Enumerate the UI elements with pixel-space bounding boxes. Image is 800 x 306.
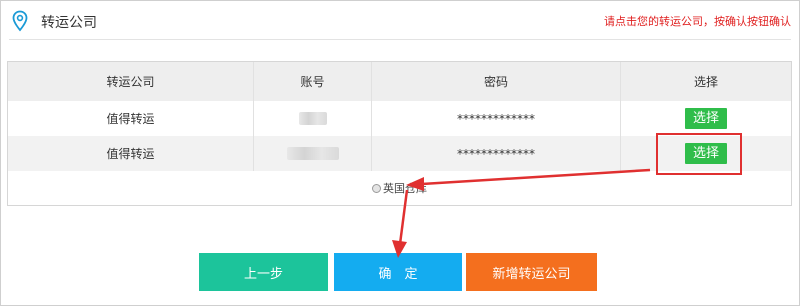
panel-header: 转运公司 请点击您的转运公司，按确认按钮确认 [1, 1, 799, 39]
account-cell [254, 101, 372, 136]
redacted-account [286, 147, 339, 160]
account-cell [254, 136, 372, 171]
transfer-company-panel: 转运公司 请点击您的转运公司，按确认按钮确认 转运公司 账号 密码 选择 值得转… [0, 0, 800, 306]
page-title: 转运公司 [41, 15, 97, 31]
redacted-account [298, 112, 327, 125]
select-button[interactable]: 选择 [685, 108, 727, 129]
column-header-company: 转运公司 [8, 62, 254, 101]
confirm-button[interactable]: 确 定 [334, 253, 462, 291]
table-row: 值得转运 ************* 选择 [8, 101, 791, 137]
column-header-select: 选择 [693, 75, 718, 89]
transfer-company-table: 转运公司 账号 密码 选择 值得转运 ************* 选择 值得转运… [7, 61, 792, 206]
warehouse-label: 英国仓库 [383, 182, 427, 195]
warehouse-row: 英国仓库 [8, 171, 791, 205]
table-header-row: 转运公司 账号 密码 选择 [8, 62, 791, 102]
password-cell: ************* [372, 101, 621, 136]
company-name-cell: 值得转运 [8, 136, 254, 171]
warehouse-radio[interactable] [372, 183, 381, 193]
column-header-account: 账号 [254, 62, 372, 101]
password-cell: ************* [372, 136, 621, 171]
header-divider [9, 39, 791, 40]
instruction-hint: 请点击您的转运公司，按确认按钮确认 [604, 15, 791, 28]
add-transfer-company-button[interactable]: 新增转运公司 [466, 253, 597, 291]
company-name-cell: 值得转运 [8, 101, 254, 136]
previous-step-button[interactable]: 上一步 [199, 253, 328, 291]
warehouse-option[interactable]: 英国仓库 [8, 171, 791, 205]
column-header-password: 密码 [372, 62, 621, 101]
select-cell: 选择 [621, 136, 791, 171]
select-button[interactable]: 选择 [685, 143, 727, 164]
location-pin-icon [12, 10, 28, 32]
table-row: 值得转运 ************* 选择 [8, 136, 791, 172]
select-cell: 选择 [621, 101, 791, 136]
